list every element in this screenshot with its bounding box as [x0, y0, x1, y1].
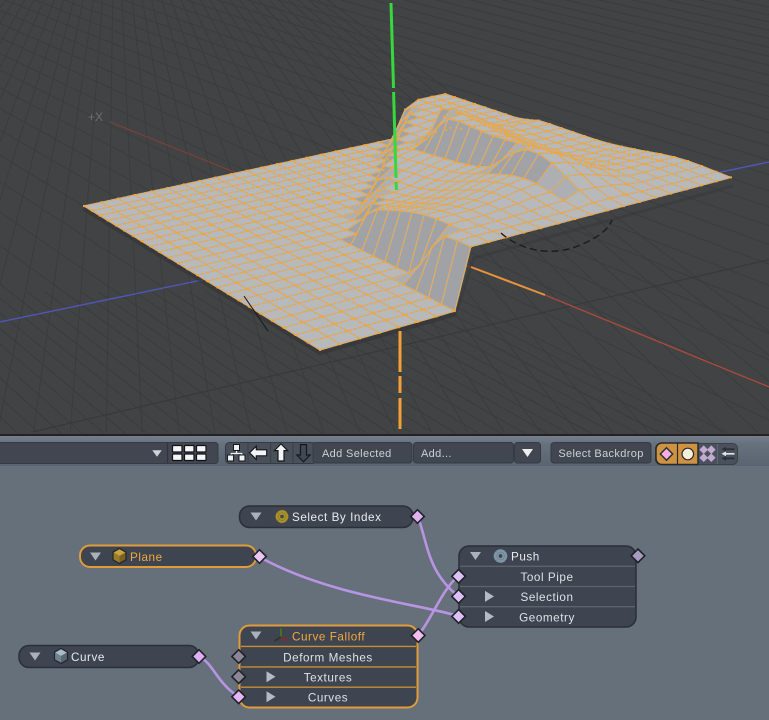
- svg-text:+X: +X: [88, 110, 103, 124]
- svg-text:Curves: Curves: [308, 692, 348, 705]
- svg-text:Textures: Textures: [304, 672, 353, 685]
- svg-text:Geometry: Geometry: [519, 611, 575, 624]
- svg-text:Deform Meshes: Deform Meshes: [283, 652, 373, 665]
- svg-text:Selection: Selection: [520, 591, 573, 604]
- svg-text:Curve: Curve: [71, 651, 105, 664]
- svg-text:Select By Index: Select By Index: [292, 511, 381, 524]
- svg-text:Plane: Plane: [130, 551, 163, 564]
- svg-text:Add...: Add...: [421, 448, 452, 460]
- svg-text:Tool Pipe: Tool Pipe: [520, 571, 573, 584]
- svg-text:Select Backdrop: Select Backdrop: [558, 448, 643, 460]
- svg-text:Curve Falloff: Curve Falloff: [292, 631, 365, 644]
- svg-text:Add Selected: Add Selected: [322, 448, 392, 460]
- svg-text:Push: Push: [511, 551, 540, 564]
